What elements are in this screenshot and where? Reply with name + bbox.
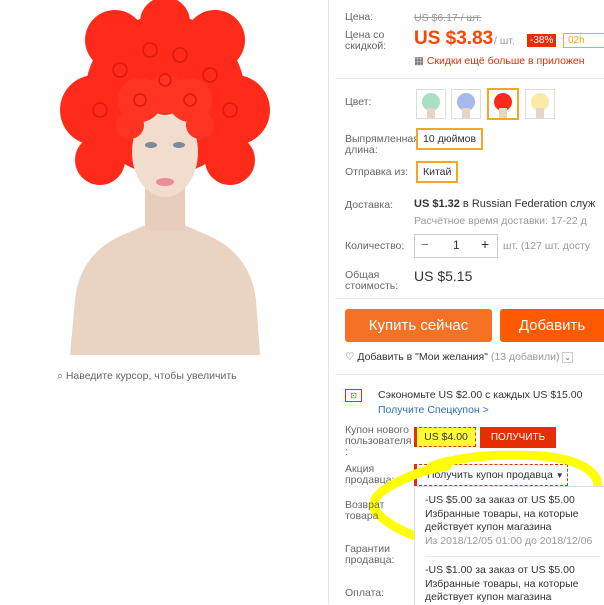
total-divider — [335, 298, 604, 299]
color-label: Цвет: — [345, 96, 372, 108]
current-price: US $3.83 — [414, 28, 494, 49]
total-label: Общая стоимость: — [345, 269, 399, 292]
coupon-divider — [425, 556, 600, 557]
buy-now-button[interactable]: Купить сейчас — [345, 309, 492, 342]
quantity-value[interactable]: 1 — [453, 238, 460, 252]
quantity-stepper[interactable]: − 1 + — [414, 234, 498, 258]
green-wig-thumbnail — [422, 93, 440, 118]
color-swatch-blue[interactable] — [451, 89, 481, 119]
price-divider — [335, 78, 604, 79]
discount-badge: -38% — [527, 34, 557, 47]
seller-coupon-1[interactable]: -US $5.00 за заказ от US $5.00 Избранные… — [425, 494, 592, 548]
total-value: US $5.15 — [414, 268, 473, 284]
return-label: Возврат товара — [345, 499, 385, 522]
product-image[interactable] — [0, 0, 328, 360]
qr-code-icon: ▦ — [414, 55, 424, 67]
ship-from-label: Отправка из: — [345, 166, 409, 178]
new-user-coupon-button[interactable]: ПОЛУЧИТЬ — [480, 427, 556, 448]
actions-divider — [335, 374, 604, 375]
seller-coupon-2[interactable]: -US $1.00 за заказ от US $5.00 Избранные… — [425, 564, 579, 605]
add-to-cart-button[interactable]: Добавить — [500, 309, 604, 342]
guarantee-label: Гарантии продавца: — [345, 543, 395, 566]
new-user-coupon[interactable]: US $4.00 ПОЛУЧИТЬ — [414, 427, 556, 448]
app-promo[interactable]: ▦ Скидки ещё больше в приложен — [414, 55, 585, 67]
original-price: US $6.17 / шт. — [414, 12, 482, 24]
wig-mannequin-image — [60, 0, 270, 355]
quantity-available: шт. (127 шт. досту — [503, 240, 591, 252]
zoom-hint: ⌕ Наведите курсор, чтобы увеличить — [57, 370, 237, 382]
blue-wig-thumbnail — [457, 93, 475, 118]
red-wig-thumbnail — [494, 93, 512, 118]
coupon-ticket-icon: ⊡ — [345, 389, 362, 402]
discount-price-label: Цена со скидкой: — [345, 29, 387, 52]
quantity-label: Количество: — [345, 240, 405, 252]
delivery-value[interactable]: US $1.32 в Russian Federation служ — [414, 198, 595, 210]
delivery-eta: Расчётное время доставки: 17-22 д — [414, 215, 587, 227]
payment-label: Оплата: — [345, 587, 385, 599]
color-swatch-red[interactable] — [487, 88, 519, 120]
yellow-wig-thumbnail — [531, 93, 549, 118]
wishlist-link[interactable]: ♡ Добавить в "Мои желания" (13 добавили)… — [345, 351, 574, 363]
column-divider — [328, 0, 329, 604]
color-swatch-yellow[interactable] — [525, 89, 555, 119]
quantity-plus-button[interactable]: + — [481, 236, 489, 252]
length-option[interactable]: 10 дюймов — [416, 128, 484, 150]
price-label: Цена: — [345, 11, 374, 23]
price-unit: / шт. — [494, 35, 515, 47]
delivery-label: Доставка: — [345, 199, 394, 211]
color-swatch-green[interactable] — [416, 89, 446, 119]
timer-badge: 02h — [563, 33, 604, 48]
save-text: Сэкономьте US $2.00 с каждых US $15.00 — [378, 389, 583, 401]
chevron-down-icon[interactable]: ⌄ — [562, 352, 574, 363]
magnifier-icon: ⌕ — [57, 370, 63, 382]
heart-icon: ♡ — [345, 351, 355, 363]
length-label: Выпрямленная длина: — [345, 133, 419, 156]
ship-from-option[interactable]: Китай — [416, 161, 459, 183]
quantity-minus-button[interactable]: − — [421, 237, 429, 252]
get-special-coupon-link[interactable]: Получите Спецкупон > — [378, 404, 489, 416]
new-user-coupon-value: US $4.00 — [414, 427, 476, 447]
